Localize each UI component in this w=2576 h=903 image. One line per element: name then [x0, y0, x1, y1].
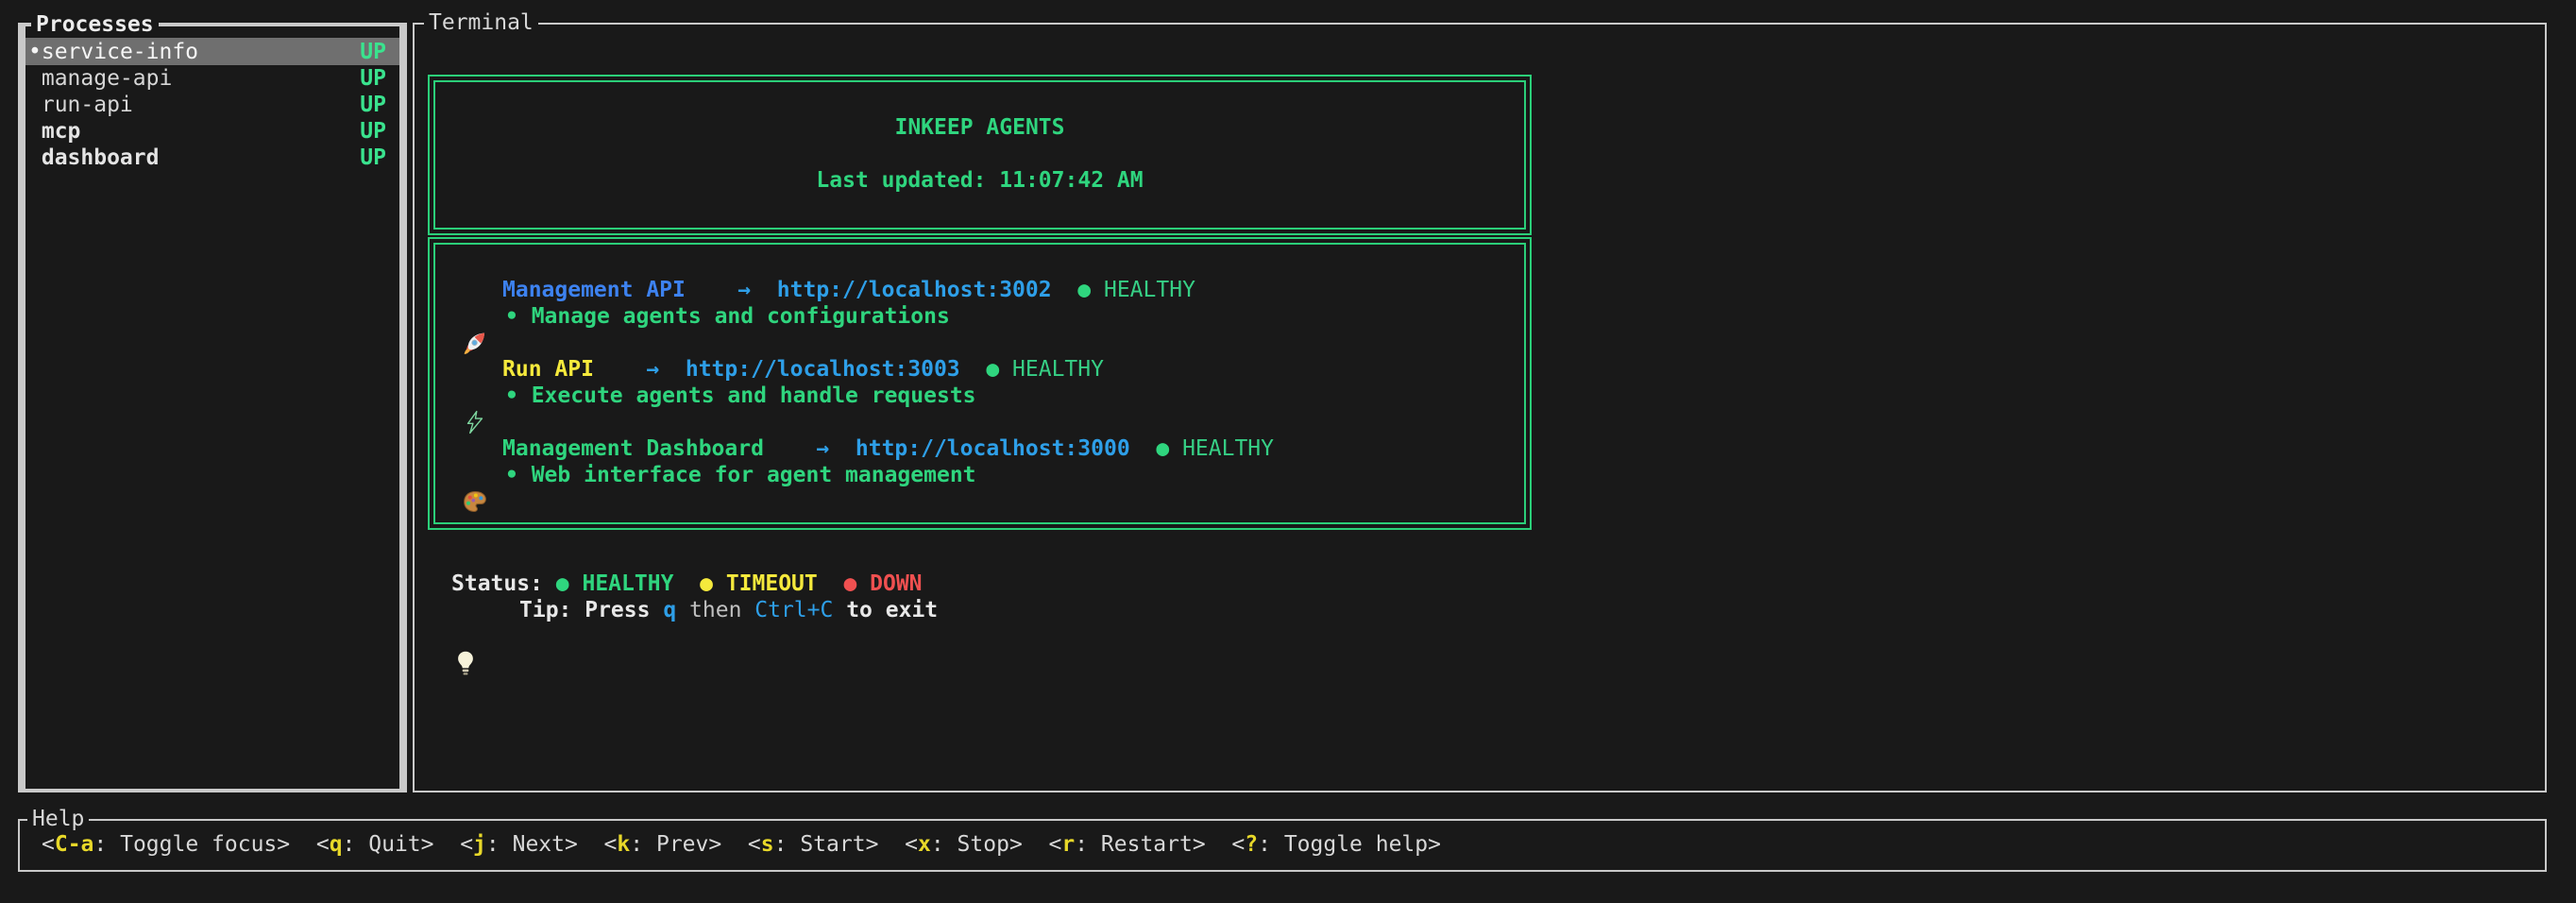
selected-bullet-icon: •: [28, 40, 42, 64]
service-description: • Manage agents and configurations: [505, 303, 950, 330]
rocket-icon: [462, 277, 488, 303]
tip-key-ctrl-c: Ctrl+C: [754, 597, 833, 623]
terminal-panel-title: Terminal: [424, 9, 538, 36]
processes-panel-title: Processes: [31, 11, 159, 38]
health-dot-icon: ●: [1156, 435, 1169, 462]
timeout-label: TIMEOUT: [726, 571, 818, 597]
help-panel-title: Help: [27, 806, 89, 832]
process-row-mcp[interactable]: mcp UP: [25, 118, 399, 145]
service-row-management-dashboard: Management Dashboard → http://localhost:…: [462, 435, 1274, 462]
service-health: HEALTHY: [1182, 435, 1274, 462]
process-list: •service-info UP manage-api UP run-api U…: [25, 38, 399, 171]
service-url[interactable]: http://localhost:3000: [856, 435, 1130, 462]
arrow-icon: →: [816, 435, 829, 462]
process-name: dashboard: [42, 145, 160, 170]
healthy-dot-icon: ●: [556, 571, 569, 597]
process-name: run-api: [42, 93, 133, 117]
processes-panel: Processes •service-info UP manage-api UP…: [18, 23, 407, 792]
shortcut-toggle-focus: <C-a: Toggle focus>: [42, 831, 290, 858]
timeout-dot-icon: ●: [700, 571, 713, 597]
bullet-icon: •: [505, 462, 518, 488]
shortcut-restart: <r: Restart>: [1048, 831, 1205, 858]
service-name: Management API: [502, 277, 686, 303]
tip-key-q: q: [663, 597, 676, 623]
process-name: mcp: [42, 119, 81, 144]
service-url[interactable]: http://localhost:3003: [686, 356, 960, 383]
shortcut-quit: <q: Quit>: [316, 831, 434, 858]
arrow-icon: →: [737, 277, 751, 303]
bullet-icon: •: [505, 383, 518, 409]
process-status-badge: UP: [360, 93, 386, 117]
service-health: HEALTHY: [1012, 356, 1104, 383]
healthy-label: HEALTHY: [582, 571, 673, 597]
service-health: HEALTHY: [1104, 277, 1195, 303]
bullet-icon: •: [505, 303, 518, 330]
status-legend: Status: ● HEALTHY ● TIMEOUT ● DOWN: [451, 571, 923, 597]
service-description: • Web interface for agent management: [505, 462, 976, 488]
agents-header-box: INKEEP AGENTS Last updated: 11:07:42 AM: [428, 75, 1532, 235]
shortcut-next: <j: Next>: [460, 831, 578, 858]
tip-prefix: Tip: Press: [519, 597, 650, 623]
tip-middle: then: [689, 597, 741, 623]
health-dot-icon: ●: [986, 356, 999, 383]
service-name: Management Dashboard: [502, 435, 764, 462]
shortcut-prev: <k: Prev>: [604, 831, 722, 858]
down-dot-icon: ●: [843, 571, 856, 597]
services-box: Management API → http://localhost:3002 ●…: [428, 237, 1532, 530]
process-name: service-info: [42, 40, 198, 64]
process-status-badge: UP: [360, 145, 386, 170]
process-status-badge: UP: [360, 119, 386, 144]
status-label: Status:: [451, 571, 543, 597]
help-panel: Help <C-a: Toggle focus> <q: Quit> <j: N…: [18, 819, 2547, 872]
process-row-dashboard[interactable]: dashboard UP: [25, 145, 399, 171]
help-shortcuts: <C-a: Toggle focus> <q: Quit> <j: Next> …: [42, 831, 1441, 858]
process-name: manage-api: [42, 66, 172, 91]
process-status-badge: UP: [360, 40, 386, 64]
tip-suffix: to exit: [846, 597, 938, 623]
health-dot-icon: ●: [1077, 277, 1091, 303]
down-label: DOWN: [870, 571, 922, 597]
shortcut-start: <s: Start>: [748, 831, 879, 858]
terminal-panel: Terminal INKEEP AGENTS Last updated: 11:…: [413, 23, 2547, 792]
service-name: Run API: [502, 356, 594, 383]
lightbulb-icon: [455, 597, 476, 623]
arrow-icon: →: [646, 356, 659, 383]
service-row-management-api: Management API → http://localhost:3002 ●…: [462, 277, 1195, 303]
process-status-badge: UP: [360, 66, 386, 91]
agents-title: INKEEP AGENTS: [435, 114, 1524, 141]
process-row-manage-api[interactable]: manage-api UP: [25, 65, 399, 92]
lightning-icon: [462, 356, 488, 383]
process-row-run-api[interactable]: run-api UP: [25, 92, 399, 118]
service-url[interactable]: http://localhost:3002: [777, 277, 1052, 303]
shortcut-toggle-help: <?: Toggle help>: [1231, 831, 1441, 858]
service-description: • Execute agents and handle requests: [505, 383, 976, 409]
palette-icon: [462, 435, 488, 462]
process-row-service-info[interactable]: •service-info UP: [25, 38, 399, 65]
last-updated-text: Last updated: 11:07:42 AM: [435, 167, 1524, 194]
shortcut-stop: <x: Stop>: [905, 831, 1023, 858]
service-row-run-api: Run API → http://localhost:3003 ● HEALTH…: [462, 356, 1104, 383]
tip-row: Tip: Press q then Ctrl+C to exit: [451, 597, 938, 623]
